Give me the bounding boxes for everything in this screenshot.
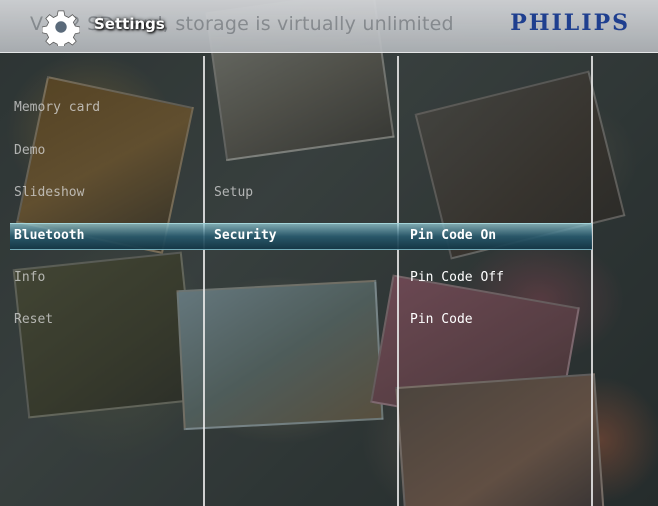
- brand-logo: PHILIPS: [510, 10, 630, 36]
- column-divider: [397, 56, 399, 506]
- menu-item-info[interactable]: Info: [14, 267, 45, 289]
- column-divider: [591, 56, 593, 506]
- menu-item-demo[interactable]: Demo: [14, 140, 45, 162]
- menu-item-bluetooth[interactable]: Bluetooth: [14, 225, 84, 247]
- column-divider: [203, 56, 205, 506]
- background-dim-overlay: [0, 0, 658, 506]
- menu-item-setup[interactable]: Setup: [214, 182, 253, 204]
- menu-item-reset[interactable]: Reset: [14, 309, 53, 331]
- gear-icon: [42, 10, 80, 46]
- menu-item-pin-code-off[interactable]: Pin Code Off: [410, 267, 504, 289]
- photo-frame-screen: V… 2 SD card, storage is virtually unlim…: [0, 0, 658, 506]
- menu-item-memory-card[interactable]: Memory card: [14, 97, 100, 119]
- menu-item-pin-code-on[interactable]: Pin Code On: [410, 225, 496, 247]
- menu-item-slideshow[interactable]: Slideshow: [14, 182, 84, 204]
- menu-item-pin-code[interactable]: Pin Code: [410, 309, 473, 331]
- menu-item-security[interactable]: Security: [214, 225, 277, 247]
- selection-highlight: [10, 223, 592, 250]
- page-title: Settings: [94, 15, 165, 33]
- header-bar: V… 2 SD card, storage is virtually unlim…: [0, 0, 658, 53]
